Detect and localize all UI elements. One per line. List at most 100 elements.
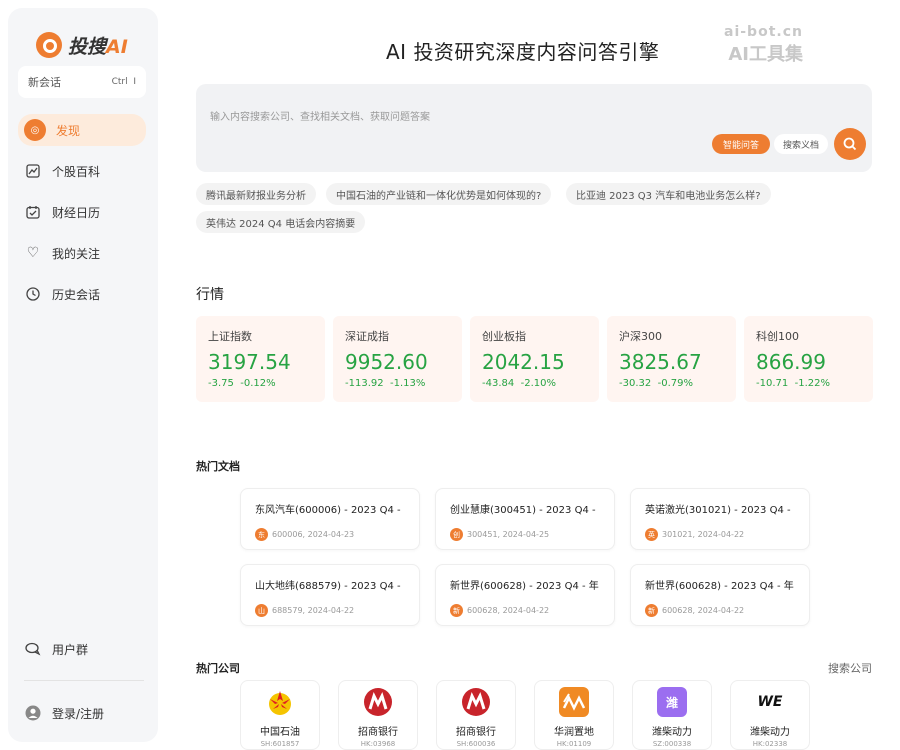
watermark: ai-bot.cn AI工具集 xyxy=(724,24,803,66)
suggestion-chip[interactable]: 英伟达 2024 Q4 电话会内容摘要 xyxy=(196,211,366,233)
login-button[interactable]: 登录/注册 xyxy=(24,704,104,722)
sidebar-item-label: 个股百科 xyxy=(52,164,101,179)
cr-land-logo-icon xyxy=(559,687,589,717)
doc-meta: 山 688579, 2024-04-22 xyxy=(255,604,405,617)
company-card[interactable]: 中国石油 SH:601857 xyxy=(240,680,320,750)
company-name: 华润置地 xyxy=(554,727,594,738)
heart-icon: ♡ xyxy=(26,245,40,261)
company-name: 潍柴动力 xyxy=(750,727,790,738)
doc-card[interactable]: 创业慧康(300451) - 2023 Q4 - 创 300451, 2024-0… xyxy=(435,488,615,550)
main-content: AI 投资研究深度内容问答引擎 ai-bot.cn AI工具集 输入内容搜索公司… xyxy=(196,0,876,750)
index-change: -30.32 -0.79% xyxy=(619,378,693,389)
sidebar-item-follow[interactable]: ♡ 我的关注 xyxy=(18,237,146,269)
chat-bubble-icon xyxy=(24,640,42,658)
market-card[interactable]: 创业板指 2042.15 -43.84 -2.10% xyxy=(470,316,599,402)
clock-icon xyxy=(24,285,42,303)
discover-icon: ◎ xyxy=(24,119,46,141)
market-card[interactable]: 科创100 866.99 -10.71 -1.22% xyxy=(744,316,873,402)
market-card[interactable]: 上证指数 3197.54 -3.75 -0.12% xyxy=(196,316,325,402)
doc-title: 山大地纬(688579) - 2023 Q4 - xyxy=(255,581,401,592)
search-button[interactable] xyxy=(834,128,866,160)
index-name: 深证成指 xyxy=(345,330,389,343)
company-card[interactable]: 招商银行 HK:03968 xyxy=(338,680,418,750)
search-company-link[interactable]: 搜索公司 xyxy=(828,660,872,676)
shortcut-hint: Ctrl I xyxy=(111,77,136,87)
company-badge-icon: 东 xyxy=(255,528,268,541)
index-value: 2042.15 xyxy=(482,350,565,374)
market-title: 行情 xyxy=(196,287,224,303)
index-name: 沪深300 xyxy=(619,330,662,343)
company-name: 招商银行 xyxy=(358,727,398,738)
market-cards: 上证指数 3197.54 -3.75 -0.12% 深证成指 9952.60 -… xyxy=(196,316,873,404)
index-change: -10.71 -1.22% xyxy=(756,378,830,389)
weichai-we-logo-icon: WE xyxy=(757,694,783,710)
brand-logo[interactable]: 投搜AI xyxy=(36,30,128,60)
sidebar-item-history[interactable]: 历史会话 xyxy=(18,278,146,310)
doc-search-toggle[interactable]: 搜索义档 xyxy=(774,134,828,154)
index-change: -43.84 -2.10% xyxy=(482,378,556,389)
market-card[interactable]: 深证成指 9952.60 -113.92 -1.13% xyxy=(333,316,462,402)
company-card[interactable]: 潍 潍柴动力 SZ:000338 xyxy=(632,680,712,750)
logo-icon xyxy=(36,32,62,58)
company-badge-icon: 英 xyxy=(645,528,658,541)
new-chat-label: 新会话 xyxy=(28,76,61,89)
sidebar-item-stock-wiki[interactable]: 个股百科 xyxy=(18,155,146,187)
company-badge-icon: 新 xyxy=(645,604,658,617)
doc-title: 创业慧康(300451) - 2023 Q4 - xyxy=(450,505,596,516)
index-change: -3.75 -0.12% xyxy=(208,378,276,389)
watermark-line2: AI工具集 xyxy=(728,44,803,65)
sidebar-item-label: 发现 xyxy=(56,123,81,138)
market-card[interactable]: 沪深300 3825.67 -30.32 -0.79% xyxy=(607,316,736,402)
company-badge-icon: 创 xyxy=(450,528,463,541)
doc-title: 新世界(600628) - 2023 Q4 - 年 xyxy=(645,581,794,592)
doc-meta: 创 300451, 2024-04-25 xyxy=(450,528,600,541)
doc-card[interactable]: 英诺激光(301021) - 2023 Q4 - 英 301021, 2024-0… xyxy=(630,488,810,550)
doc-title: 东风汽车(600006) - 2023 Q4 - xyxy=(255,505,401,516)
suggestion-chip[interactable]: 比亚迪 2023 Q3 汽车和电池业务怎么样? xyxy=(566,183,771,205)
login-label: 登录/注册 xyxy=(52,706,105,721)
sidebar-divider xyxy=(24,680,144,681)
search-input[interactable]: 输入内容搜索公司、查找相关文档、获取问题答案 xyxy=(210,108,430,123)
company-card[interactable]: 招商银行 SH:600036 xyxy=(436,680,516,750)
doc-card[interactable]: 东风汽车(600006) - 2023 Q4 - 东 600006, 2024-0… xyxy=(240,488,420,550)
search-icon xyxy=(843,137,857,151)
page-title: AI 投资研究深度内容问答引擎 xyxy=(386,40,660,64)
sidebar: 投搜AI 新会话 Ctrl I ◎ 发现 个股百科 财经日历 ♡ 我的关注 历史… xyxy=(8,8,158,742)
doc-title: 新世界(600628) - 2023 Q4 - 年 xyxy=(450,581,599,592)
hot-docs-title: 热门文档 xyxy=(196,460,240,473)
company-name: 中国石油 xyxy=(260,727,300,738)
user-group-link[interactable]: 用户群 xyxy=(24,640,88,658)
company-card[interactable]: 华润置地 HK:01109 xyxy=(534,680,614,750)
sidebar-item-label: 历史会话 xyxy=(52,287,101,302)
index-name: 科创100 xyxy=(756,330,799,343)
company-name: 潍柴动力 xyxy=(652,727,692,738)
doc-meta: 东 600006, 2024-04-23 xyxy=(255,528,405,541)
cmb-logo-icon xyxy=(461,687,491,717)
watermark-line1: ai-bot.cn xyxy=(724,24,803,40)
doc-card[interactable]: 新世界(600628) - 2023 Q4 - 年 新 600628, 2024-… xyxy=(435,564,615,626)
company-code: SZ:000338 xyxy=(652,740,692,748)
company-badge-icon: 山 xyxy=(255,604,268,617)
company-card[interactable]: WE 潍柴动力 HK:02338 xyxy=(730,680,810,750)
doc-card[interactable]: 山大地纬(688579) - 2023 Q4 - 山 688579, 2024-0… xyxy=(240,564,420,626)
user-group-label: 用户群 xyxy=(52,642,89,657)
index-value: 3825.67 xyxy=(619,350,702,374)
sidebar-item-label: 财经日历 xyxy=(52,205,101,220)
suggestion-chip[interactable]: 中国石油的产业链和一体化优势是如何体现的? xyxy=(326,183,552,205)
company-badge-icon: 新 xyxy=(450,604,463,617)
suggestion-chip[interactable]: 腾讯最新财报业务分析 xyxy=(196,183,316,205)
sidebar-item-label: 我的关注 xyxy=(52,246,101,261)
sidebar-nav: ◎ 发现 个股百科 财经日历 ♡ 我的关注 历史会话 xyxy=(18,114,146,319)
new-chat-button[interactable]: 新会话 Ctrl I xyxy=(18,66,146,98)
search-box[interactable]: 输入内容搜索公司、查找相关文档、获取问题答案 智能问答 搜索义档 xyxy=(196,84,872,172)
doc-card[interactable]: 新世界(600628) - 2023 Q4 - 年 新 600628, 2024-… xyxy=(630,564,810,626)
weichai-logo-icon: 潍 xyxy=(657,687,687,717)
company-code: HK:01109 xyxy=(556,740,592,748)
hot-companies-title: 热门公司 xyxy=(196,662,240,675)
sidebar-item-calendar[interactable]: 财经日历 xyxy=(18,196,146,228)
company-name: 招商银行 xyxy=(456,727,496,738)
doc-meta: 新 600628, 2024-04-22 xyxy=(645,604,795,617)
sidebar-item-discover[interactable]: ◎ 发现 xyxy=(18,114,146,146)
smart-qa-toggle[interactable]: 智能问答 xyxy=(712,134,770,154)
company-code: HK:03968 xyxy=(360,740,396,748)
